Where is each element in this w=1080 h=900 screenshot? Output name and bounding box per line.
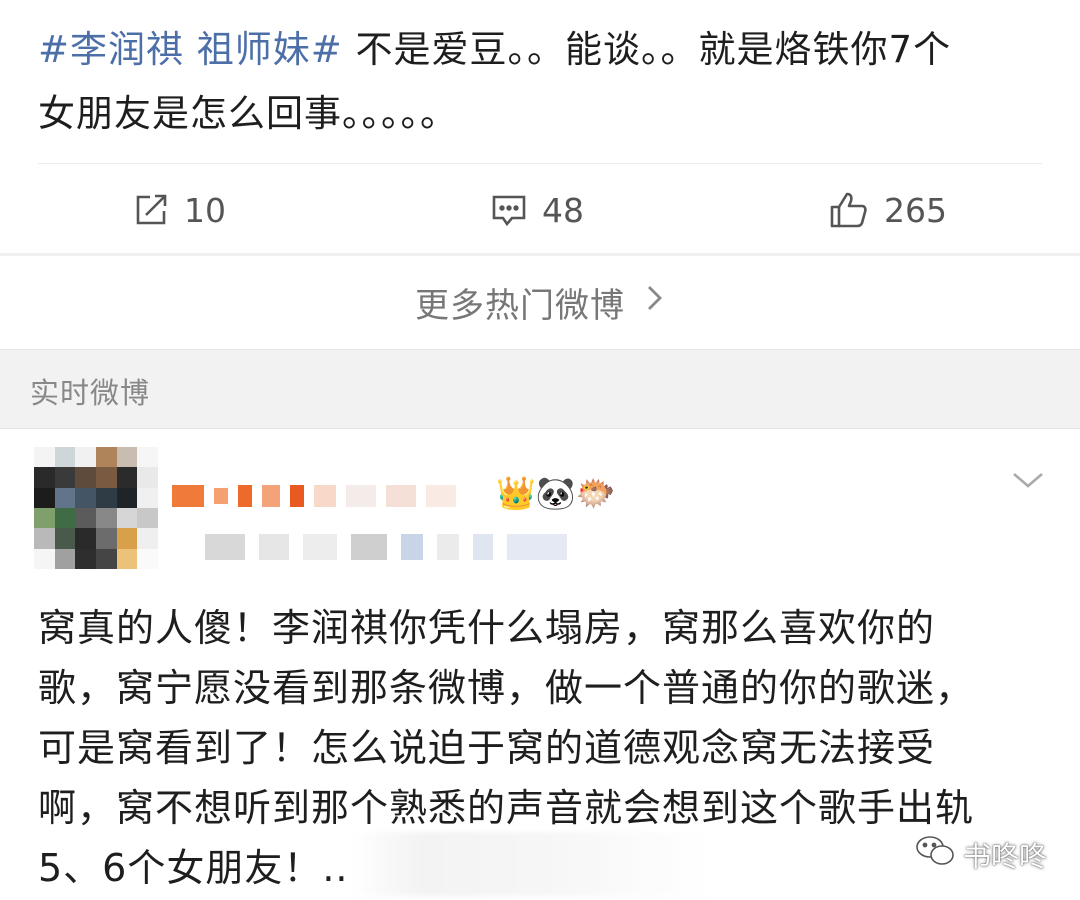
post-text: #李润祺 祖师妹# 不是爱豆。。能谈。。就是烙铁你7个 女朋友是怎么回事。。。。… (38, 18, 1048, 146)
feed-text-line: 窝真的人傻！李润祺你凭什么塌房，窝那么喜欢你的 (38, 606, 936, 650)
watermark: 书咚咚 (915, 834, 1047, 875)
thumbs-up-icon (828, 190, 870, 230)
like-count: 265 (884, 190, 947, 230)
repost-count: 10 (184, 190, 226, 230)
hashtag-link[interactable]: #李润祺 祖师妹# (38, 28, 343, 71)
comment-icon (490, 191, 528, 229)
chevron-down-icon[interactable] (1008, 468, 1048, 496)
wechat-icon (915, 834, 955, 875)
feed-text-line: 歌，窝宁愿没看到那条微博，做一个普通的你的歌迷， (38, 666, 975, 710)
more-hot-weibo-label: 更多热门微博 (415, 285, 625, 326)
feed-text-line: 啊，窝不想听到那个熟悉的声音就会想到这个歌手出轨 (38, 786, 975, 830)
like-button[interactable]: 265 (828, 172, 947, 248)
chevron-right-icon (643, 282, 665, 322)
repost-button[interactable]: 10 (132, 172, 226, 248)
user-badges: 👑🐼🐡 (496, 474, 616, 512)
username-blurred[interactable] (172, 476, 456, 516)
comment-button[interactable]: 48 (490, 172, 584, 248)
repost-icon (132, 191, 170, 229)
avatar[interactable] (34, 447, 158, 569)
blur-overlay (350, 832, 710, 896)
section-title: 实时微博 (30, 376, 151, 410)
more-hot-weibo-link[interactable]: 更多热门微博 (0, 256, 1080, 348)
watermark-text: 书咚咚 (963, 839, 1048, 873)
post-text-line2: 女朋友是怎么回事。。。。。 (38, 92, 458, 135)
section-header: 实时微博 (0, 349, 1080, 429)
post-meta-blurred (205, 534, 567, 560)
post-text-line1: 不是爱豆。。能谈。。就是烙铁你7个 (342, 28, 952, 71)
feed-text-line: 可是窝看到了！怎么说迫于窝的道德观念窝无法接受 (38, 726, 936, 770)
action-bar: 10 48 265 (0, 172, 1080, 248)
comment-count: 48 (542, 190, 584, 230)
divider (38, 163, 1042, 164)
